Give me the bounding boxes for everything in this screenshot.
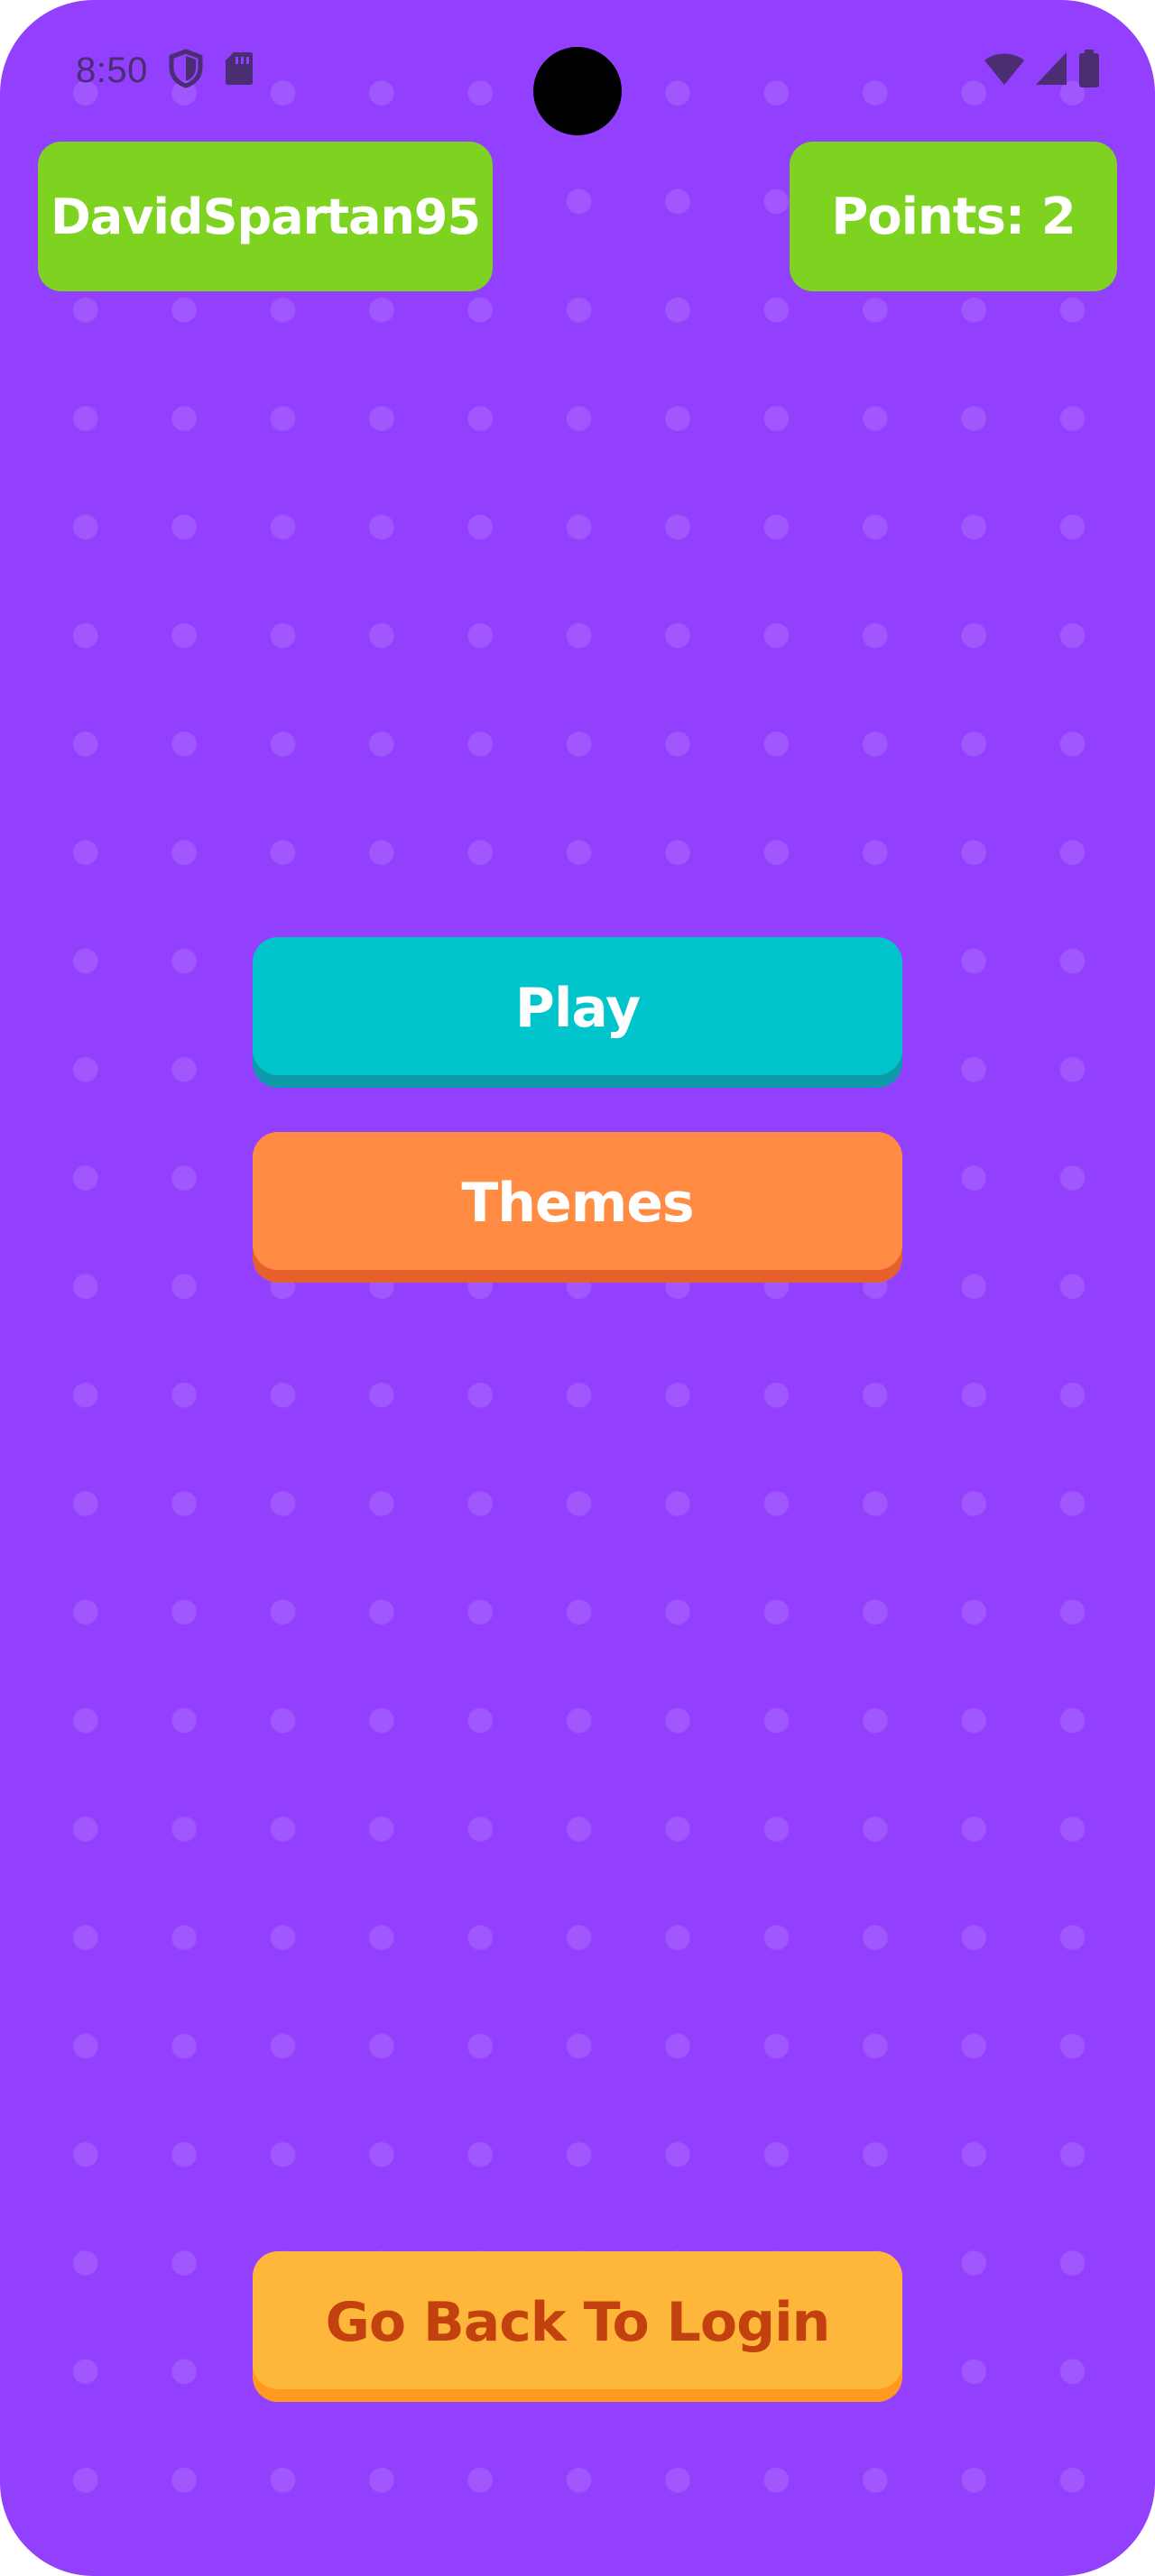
points-badge: Points: 2 bbox=[790, 142, 1117, 291]
main-menu-screen: 8:50 DavidSpartan95 Points: 2 Play Theme… bbox=[0, 0, 1155, 2576]
play-button-label: Play bbox=[514, 976, 641, 1040]
signal-icon bbox=[1034, 51, 1068, 90]
battery-icon bbox=[1077, 49, 1101, 92]
front-camera-cutout bbox=[533, 47, 622, 135]
themes-button[interactable]: Themes bbox=[253, 1132, 902, 1283]
themes-button-label: Themes bbox=[461, 1171, 694, 1235]
wifi-icon bbox=[984, 51, 1025, 90]
status-bar-left: 8:50 bbox=[76, 45, 254, 96]
shield-icon bbox=[168, 49, 204, 92]
go-back-to-login-label: Go Back To Login bbox=[325, 2290, 831, 2354]
status-bar-right bbox=[984, 47, 1101, 94]
status-time: 8:50 bbox=[76, 50, 148, 90]
play-button[interactable]: Play bbox=[253, 937, 902, 1088]
sd-card-icon bbox=[224, 51, 254, 90]
username-badge: DavidSpartan95 bbox=[38, 142, 493, 291]
go-back-to-login-button[interactable]: Go Back To Login bbox=[253, 2251, 902, 2402]
